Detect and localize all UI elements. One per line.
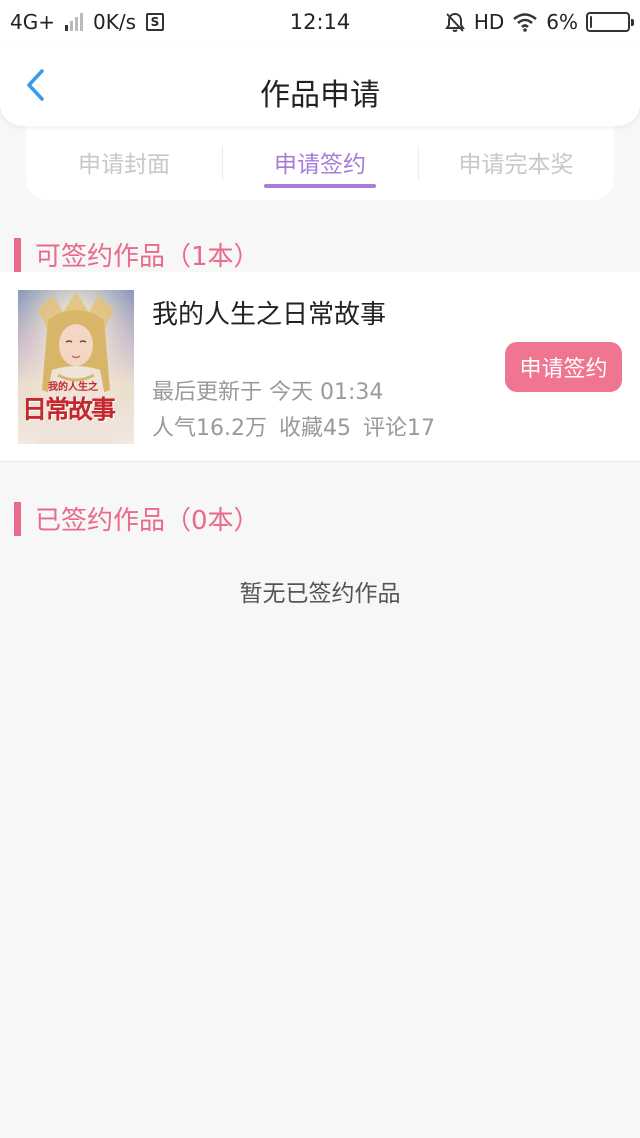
signable-section-header: 可签约作品（1本）: [14, 236, 260, 273]
apply-sign-button[interactable]: 申请签约: [505, 342, 622, 392]
cover-title: 日常故事: [22, 395, 116, 424]
book-title[interactable]: 我的人生之日常故事: [152, 294, 386, 331]
hd-indicator: HD: [473, 10, 505, 34]
signed-section-header: 已签约作品（0本）: [14, 500, 260, 537]
tab-bar: 申请封面 申请签约 申请完本奖: [26, 124, 614, 200]
battery-percent: 6%: [546, 10, 578, 34]
tab-apply-cover[interactable]: 申请封面: [26, 124, 222, 200]
book-stats: 人气16.2万 收藏45 评论17: [152, 410, 435, 442]
popularity: 人气16.2万: [152, 416, 267, 441]
battery-fill: [590, 16, 592, 28]
favorites-count: 收藏45: [279, 416, 351, 441]
status-bar: 4G+ 0K/s S 12:14 HD 6%: [0, 0, 640, 44]
battery-icon: [586, 12, 634, 32]
book-cover[interactable]: 我的人生之 日常故事: [18, 290, 134, 444]
active-tab-indicator: [264, 184, 376, 188]
tab-label: 申请完本奖: [458, 152, 574, 178]
empty-signed-message: 暂无已签约作品: [239, 581, 401, 607]
tab-apply-sign[interactable]: 申请签约: [222, 124, 418, 200]
section-title: 已签约作品（0本）: [35, 506, 260, 536]
book-card[interactable]: 我的人生之 日常故事 我的人生之日常故事 最后更新于 今天 01:34 人气16…: [0, 272, 640, 462]
status-right: HD 6%: [444, 10, 634, 34]
comments-count: 评论17: [363, 416, 435, 441]
page-title: 作品申请: [260, 78, 380, 113]
section-marker: [14, 237, 21, 272]
bell-muted-icon: [444, 12, 465, 32]
last-update: 最后更新于 今天 01:34: [152, 380, 384, 405]
tab-label: 申请签约: [274, 152, 366, 178]
section-title: 可签约作品（1本）: [35, 242, 260, 272]
tab-label: 申请封面: [78, 152, 170, 178]
section-marker: [14, 501, 21, 536]
wifi-icon: [513, 13, 538, 32]
navigation-bar: 作品申请: [0, 44, 640, 126]
tab-apply-completion-award[interactable]: 申请完本奖: [418, 124, 614, 200]
